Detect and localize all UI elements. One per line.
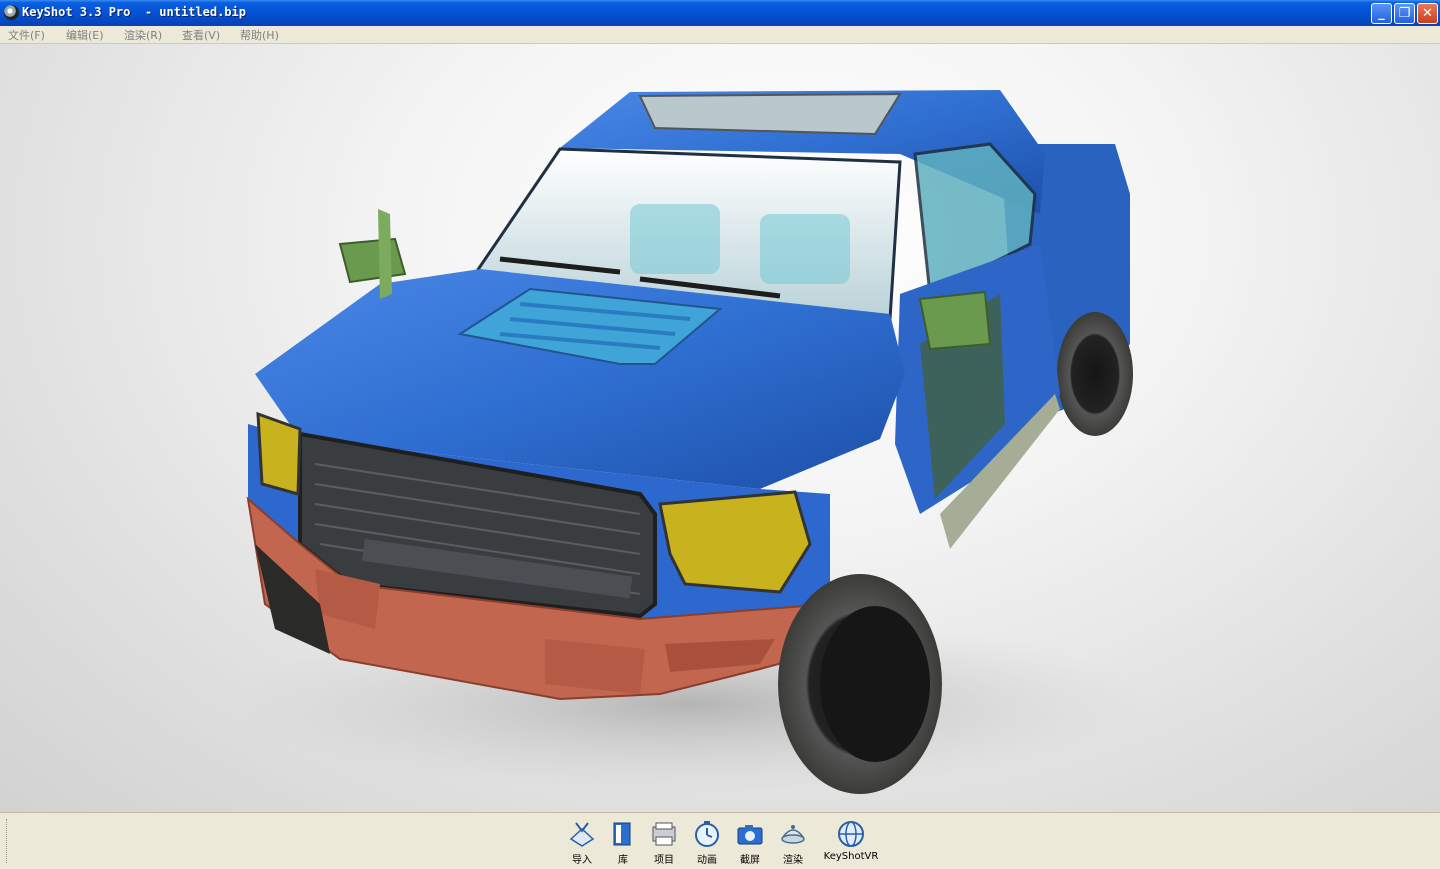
restore-button[interactable]: ❐	[1394, 3, 1415, 24]
menu-file[interactable]: 文件(F)	[8, 27, 45, 43]
mirror-left-arm	[378, 209, 392, 299]
menu-bar: 文件(F) 编辑(E) 渲染(R) 查看(V) 帮助(H)	[0, 26, 1440, 44]
keyshotvr-button[interactable]: KeyShotVR	[820, 819, 882, 867]
mirror-right	[918, 290, 992, 351]
library-label: 库	[618, 855, 628, 866]
library-icon	[613, 822, 631, 846]
mirror-left	[338, 237, 407, 284]
screenshot-icon	[737, 825, 763, 845]
sunroof	[638, 92, 902, 136]
render-button[interactable]: 渲染	[776, 819, 810, 867]
minimize-button[interactable]: _	[1371, 3, 1392, 24]
import-label: 导入	[572, 855, 592, 866]
close-button[interactable]: ✕	[1417, 3, 1438, 24]
keyshotvr-label: KeyShotVR	[823, 851, 879, 862]
menu-edit[interactable]: 编辑(E)	[66, 27, 104, 43]
menu-render[interactable]: 渲染(R)	[124, 27, 162, 43]
project-icon	[652, 822, 676, 846]
seat-left	[630, 204, 720, 274]
import-icon	[569, 822, 595, 847]
animation-button[interactable]: 动画	[690, 819, 724, 867]
keyshotvr-icon	[838, 821, 864, 847]
render-viewport[interactable]	[0, 44, 1440, 812]
headlight-left	[256, 411, 302, 496]
front-rim-right	[820, 606, 930, 762]
render-label: 渲染	[783, 855, 803, 866]
keyshot-app-icon	[4, 5, 19, 20]
headlight-right	[658, 490, 812, 594]
bottom-toolbar: 导入 库 项目 动画 截屏 渲染 KeyShotVR	[0, 812, 1440, 869]
screenshot-label: 截屏	[740, 855, 760, 866]
project-button[interactable]: 项目	[646, 819, 682, 867]
screenshot-button[interactable]: 截屏	[734, 819, 766, 867]
render-icon	[781, 825, 805, 844]
import-button[interactable]: 导入	[566, 819, 598, 867]
title-bar: KeyShot 3.3 Pro - untitled.bip _ ❐ ✕	[0, 0, 1440, 26]
window-title: KeyShot 3.3 Pro - untitled.bip	[22, 5, 246, 19]
project-label: 项目	[654, 855, 674, 866]
library-button[interactable]: 库	[608, 819, 638, 867]
truck-render	[230, 90, 1150, 794]
toolbar-grip[interactable]	[6, 819, 10, 863]
seat-right	[760, 214, 850, 284]
rear-tire	[1057, 312, 1133, 436]
animation-label: 动画	[697, 855, 717, 866]
menu-help[interactable]: 帮助(H)	[240, 27, 279, 43]
animation-icon	[695, 821, 719, 847]
menu-view[interactable]: 查看(V)	[182, 27, 220, 43]
